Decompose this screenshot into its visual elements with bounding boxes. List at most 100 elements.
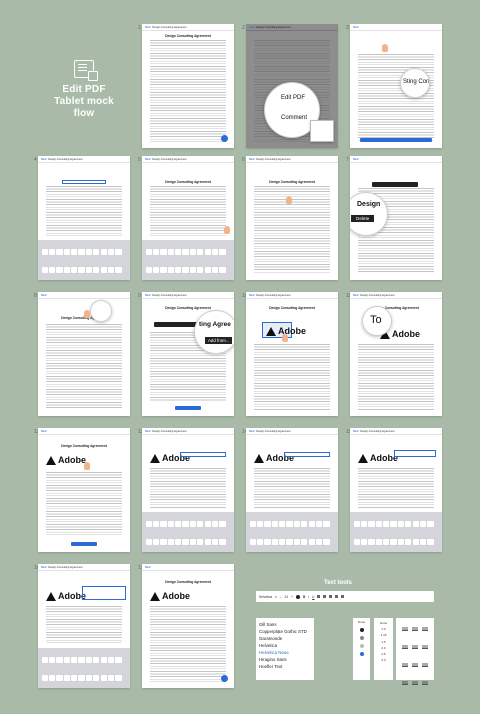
edit-fab-button[interactable] [221,675,228,682]
edit-fab-button[interactable] [221,135,228,142]
font-option[interactable]: Garamonde [259,635,311,642]
font-option[interactable]: Hoefler Text [259,663,311,670]
adobe-logo: Adobe [46,590,86,602]
align-icon[interactable] [412,681,418,687]
frame-9: Back Design Consulting Agreement Design … [142,292,234,416]
alignment-grid [396,618,434,687]
chevron-down-icon: ▾ [275,594,277,599]
top-bar: Back Design Consulting Agreement [246,428,338,435]
top-bar: Back Design Consulting Agreement [142,156,234,163]
text-toolbar[interactable]: Helvetica ▾ – 24 + B I U [256,591,434,602]
font-family-select[interactable]: Helvetica [259,595,272,599]
page-title: Design Consulting Agreement [165,580,211,584]
frame-17: Back Design Consulting Agreement Adobe [142,564,234,688]
color-swatch[interactable] [359,636,364,640]
frame-10: Back Design Consulting Agreement Design … [246,292,338,416]
page-title: Design Consulting Agreement [269,306,315,310]
body-text [150,606,226,682]
frame-1: Back Design Consulting Agreement Design … [142,24,234,148]
frame-number: 7 [346,157,349,163]
numbered-list-icon[interactable] [335,595,339,598]
minus-icon[interactable]: – [280,595,282,599]
delete-button[interactable]: Delete [351,215,375,222]
align-center-icon[interactable] [323,595,327,598]
list-icon[interactable] [329,595,333,598]
frame-16: Back Design Consulting Agreement Adobe [38,564,130,688]
adobe-logo: Adobe [46,454,86,466]
top-bar: Back Design Consulting Agreement [350,292,442,299]
body-text [358,54,434,142]
text-box[interactable] [82,586,126,600]
align-icon[interactable] [422,645,428,651]
font-option[interactable]: Helvetica [259,642,311,649]
color-swatch[interactable] [295,594,300,599]
align-icon[interactable] [402,681,408,687]
align-icon[interactable] [402,663,408,669]
color-swatch[interactable] [359,628,364,632]
keyboard[interactable] [246,512,338,552]
body-text [150,186,226,236]
context-toolbar[interactable] [372,182,418,187]
top-bar: Back [350,156,442,163]
top-bar: Back Design Consulting Agreement [246,24,338,31]
font-option-selected[interactable]: Helvetica Neue [259,649,311,656]
text-box[interactable] [394,450,436,457]
keyboard[interactable] [142,512,234,552]
body-text [254,186,330,274]
frame-number: 3 [346,25,349,31]
selection-box[interactable] [62,180,106,184]
body-text [46,324,122,410]
italic-icon[interactable]: I [308,595,309,599]
frame-2: Back Design Consulting Agreement Edit PD… [246,24,338,148]
frame-number: 9 [138,293,141,299]
align-icon[interactable] [422,681,428,687]
top-bar: Back Design Consulting Agreement [142,24,234,31]
font-option[interactable]: Copperplate Gothic STD [259,628,311,635]
top-bar: Back [38,428,130,435]
align-icon[interactable] [402,627,408,633]
edit-pdf-icon [74,60,98,81]
font-size-value[interactable]: 24 [285,595,289,599]
action-button[interactable] [175,406,201,410]
color-swatch[interactable] [359,644,364,648]
page-title: Design Consulting Agreement [269,180,315,184]
keyboard[interactable] [350,512,442,552]
text-box[interactable] [180,452,226,457]
top-bar: Back [142,564,234,571]
align-icon[interactable] [412,627,418,633]
color-swatch[interactable] [359,652,364,656]
frame-number: 6 [242,157,245,163]
action-button[interactable] [360,138,432,142]
keyboard[interactable] [142,240,234,280]
tool-popup [310,120,334,142]
bold-icon[interactable]: B [303,595,305,599]
comment-option[interactable]: Comment [281,115,307,121]
image-tool-callout [90,300,112,322]
font-option[interactable]: Hiragino Sans [259,656,311,663]
plus-icon[interactable]: + [291,595,293,599]
align-icon[interactable] [412,645,418,651]
underline-icon[interactable]: U [312,595,314,599]
keyboard[interactable] [38,240,130,280]
keyboard[interactable] [38,648,130,688]
frame-4: Back Design Consulting Agreement [38,156,130,280]
edit-pdf-option[interactable]: Edit PDF [281,95,305,101]
align-icon[interactable] [422,627,428,633]
align-icon[interactable] [402,645,408,651]
align-left-icon[interactable] [317,595,321,598]
color-picker: None [353,618,370,680]
align-icon[interactable] [422,663,428,669]
top-bar: Back Design Consulting Agreement [142,292,234,299]
align-icon[interactable] [412,663,418,669]
body-text [150,468,226,508]
add-from-button[interactable]: Add from... [205,337,233,344]
hero-title: Edit PDF [62,84,106,95]
spacing-option[interactable]: 3.0 [376,657,391,663]
action-button[interactable] [71,542,97,546]
font-option[interactable]: Gill Sans [259,621,311,628]
line-spacing-icon[interactable] [341,595,345,598]
body-text [46,186,122,236]
text-box[interactable] [284,452,330,457]
body-text [46,472,122,536]
top-bar: Back [38,292,130,299]
